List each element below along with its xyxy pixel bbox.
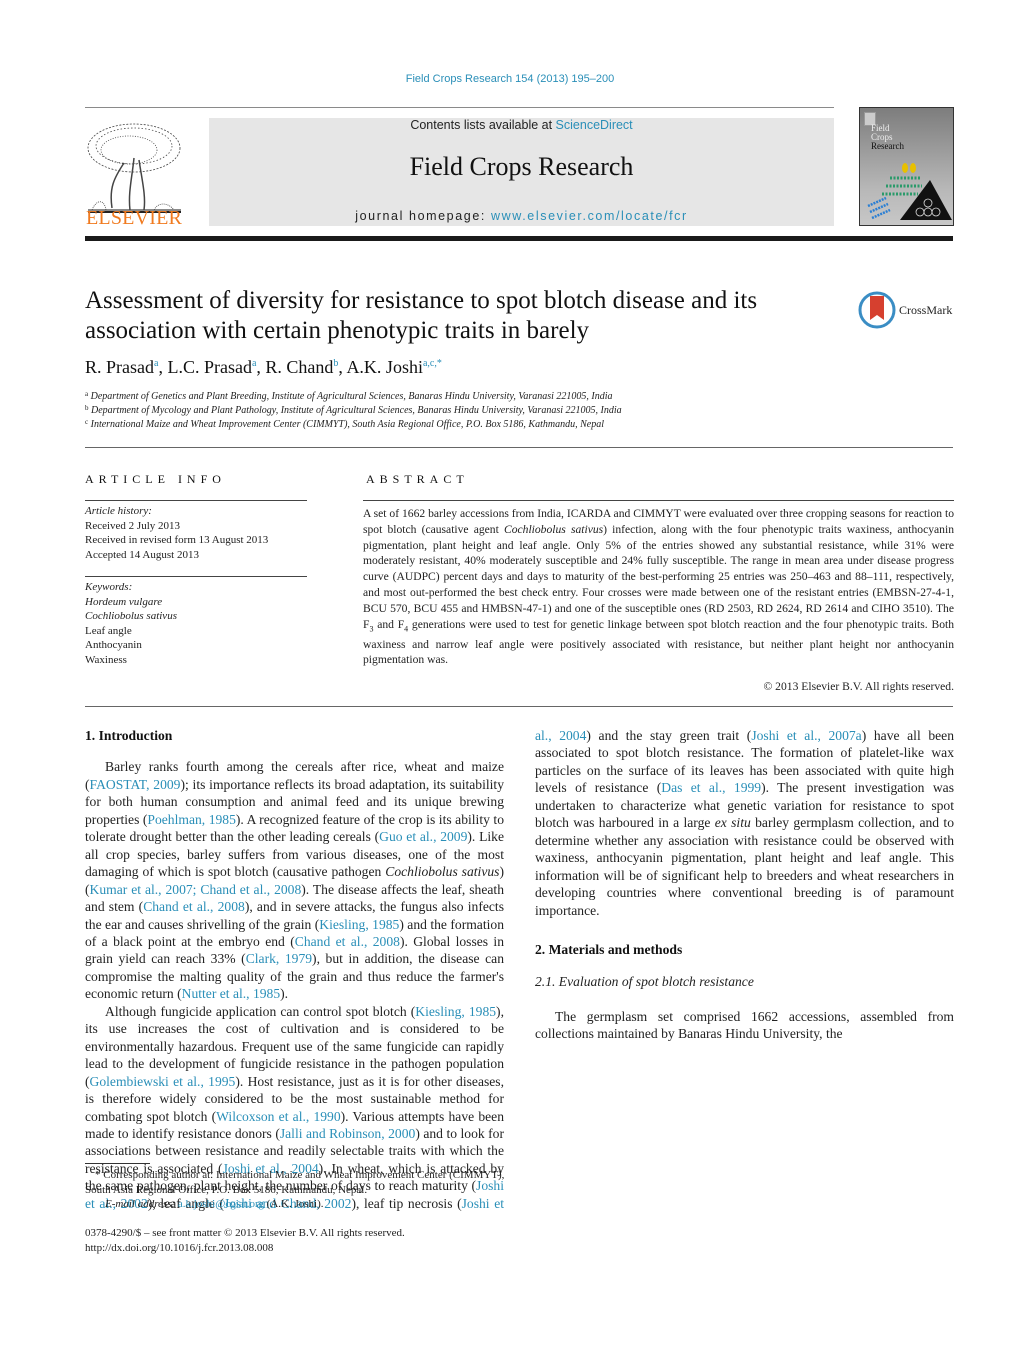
- keywords-label: Keywords:: [85, 581, 133, 593]
- abstract-body: A set of 1662 barley accessions from Ind…: [363, 507, 955, 667]
- keywords-divider: [85, 576, 307, 577]
- citation-link[interactable]: Clark, 1979: [246, 951, 312, 966]
- elsevier-wordmark: ELSEVIER: [86, 207, 183, 229]
- history-item: Accepted 14 August 2013: [85, 548, 199, 561]
- history-label: Article history:: [85, 505, 152, 517]
- journal-title: Field Crops Research: [409, 152, 634, 181]
- affiliation-text: Department of Mycology and Plant Patholo…: [91, 405, 622, 416]
- citation-link[interactable]: Nutter et al., 1985: [182, 986, 281, 1001]
- email-link[interactable]: a.k.joshi@cgiar.org: [178, 1198, 264, 1210]
- citation-link[interactable]: FAOSTAT, 2009: [90, 777, 181, 792]
- affiliation-mark: b: [85, 404, 89, 412]
- subsection-heading: 2.1. Evaluation of spot blotch resistanc…: [535, 974, 754, 990]
- email-note: E-mail address: a.k.joshi@cgiar.org (A.K…: [85, 1197, 525, 1212]
- article-info-divider: [85, 500, 307, 501]
- section-heading: 1. Introduction: [85, 728, 173, 743]
- body-text: 1. Introduction Barley ranks fourth amon…: [85, 727, 954, 1217]
- homepage-link[interactable]: www.elsevier.com/locate/fcr: [491, 209, 688, 223]
- keyword: Cochliobolus sativus: [85, 610, 177, 622]
- author-affiliation-mark[interactable]: b: [333, 358, 338, 369]
- italic-term: Cochliobolus sativus: [385, 864, 500, 880]
- text-run: Although fungicide application can contr…: [105, 1003, 416, 1019]
- author-name[interactable]: R. Chand: [265, 357, 333, 377]
- cover-title-line: Research: [871, 141, 904, 151]
- text-run: barley germplasm collection, and to dete…: [535, 815, 954, 918]
- text-run: ) and the stay green trait (: [586, 728, 752, 743]
- keyword: Waxiness: [85, 653, 127, 666]
- affiliation: b Department of Mycology and Plant Patho…: [85, 404, 622, 416]
- citation-link[interactable]: Chand et al., 2008: [143, 899, 245, 914]
- crossmark-label: CrossMark: [899, 303, 953, 317]
- author-name[interactable]: L.C. Prasad: [167, 357, 252, 377]
- italic-term: ex situ: [714, 815, 751, 831]
- affiliation-divider: [85, 447, 953, 448]
- article-history: Article history: Received 2 July 2013 Re…: [85, 504, 307, 562]
- top-rule: [85, 107, 834, 108]
- affiliation-text: International Maize and Wheat Improvemen…: [90, 419, 604, 430]
- crossmark-icon: [858, 291, 896, 329]
- keyword: Leaf angle: [85, 624, 132, 637]
- header-thick-rule: [85, 236, 953, 241]
- intro-paragraph: Barley ranks fourth among the cereals af…: [85, 758, 504, 1002]
- citation-link[interactable]: Kiesling, 1985: [319, 917, 399, 932]
- corresponding-author-note: * Corresponding author at: International…: [85, 1169, 505, 1196]
- citation-link[interactable]: Poehlman, 1985: [147, 812, 235, 827]
- article-info-heading: ARTICLE INFO: [85, 472, 226, 486]
- affiliation-text: Department of Genetics and Plant Breedin…: [90, 391, 613, 402]
- affiliation-mark: a: [85, 390, 89, 398]
- citation-link[interactable]: Guo et al., 2009: [379, 829, 467, 844]
- keyword: Hordeum vulgare: [85, 595, 163, 608]
- affiliation-mark: c: [85, 418, 89, 426]
- history-item: Received 2 July 2013: [85, 519, 181, 532]
- author-list: R. Prasada, L.C. Prasada, R. Chandb, A.K…: [85, 357, 442, 377]
- sciencedirect-link[interactable]: ScienceDirect: [556, 118, 633, 132]
- doi-link[interactable]: http://dx.doi.org/10.1016/j.fcr.2013.08.…: [85, 1241, 505, 1256]
- methods-paragraph: The germplasm set comprised 1662 accessi…: [535, 1008, 954, 1042]
- citation-link[interactable]: Wilcoxson et al., 1990: [216, 1109, 341, 1124]
- citation-link[interactable]: Jalli and Robinson, 2000: [280, 1126, 415, 1141]
- cover-plant-icon: [867, 163, 952, 220]
- article-title: Assessment of diversity for resistance t…: [85, 287, 758, 344]
- contents-prefix: Contents lists available at: [410, 118, 556, 132]
- text-run: ).: [280, 986, 289, 1002]
- abstract-heading: ABSTRACT: [366, 472, 469, 486]
- citation-link[interactable]: Kumar et al., 2007; Chand et al., 2008: [90, 882, 302, 897]
- cover-title: Field Crops Research: [871, 124, 904, 151]
- keywords-list: Keywords: Hordeum vulgare Cochliobolus s…: [85, 580, 307, 667]
- author-affiliation-mark[interactable]: a: [252, 358, 256, 369]
- footnote-rule: [85, 1163, 150, 1164]
- homepage-line: journal homepage: www.elsevier.com/locat…: [209, 209, 834, 223]
- homepage-prefix: journal homepage:: [355, 209, 492, 223]
- author-affiliation-mark[interactable]: a,c,*: [423, 358, 442, 369]
- journal-cover-image[interactable]: Field Crops Research: [859, 107, 954, 226]
- contents-line: Contents lists available at ScienceDirec…: [209, 118, 834, 132]
- email-label: E-mail address:: [105, 1198, 178, 1210]
- abstract-bottom-divider: [85, 706, 953, 707]
- citation-link[interactable]: Golembiewski et al., 1995: [90, 1074, 236, 1089]
- journal-reference-link[interactable]: Field Crops Research 154 (2013) 195–200: [0, 73, 1020, 85]
- author-affiliation-mark[interactable]: a: [154, 358, 158, 369]
- email-suffix: (A.K. Joshi).: [263, 1198, 324, 1210]
- citation-link[interactable]: Chand et al., 2008: [295, 934, 400, 949]
- abstract-copyright: © 2013 Elsevier B.V. All rights reserved…: [763, 680, 954, 693]
- citation-link[interactable]: Joshi et al., 2007a: [751, 728, 861, 743]
- keyword: Anthocyanin: [85, 639, 142, 651]
- issn-line: 0378-4290/$ – see front matter © 2013 El…: [85, 1227, 405, 1239]
- history-item: Received in revised form 13 August 2013: [85, 534, 269, 546]
- author-name[interactable]: A.K. Joshi: [346, 357, 423, 377]
- affiliation: c International Maize and Wheat Improvem…: [85, 418, 604, 430]
- author-name[interactable]: R. Prasad: [85, 357, 154, 377]
- citation-link[interactable]: Kiesling, 1985: [415, 1004, 496, 1019]
- affiliation: a Department of Genetics and Plant Breed…: [85, 390, 613, 402]
- section-heading: 2. Materials and methods: [535, 941, 683, 957]
- abstract-divider: [363, 500, 954, 501]
- citation-link[interactable]: Das et al., 1999: [661, 780, 761, 795]
